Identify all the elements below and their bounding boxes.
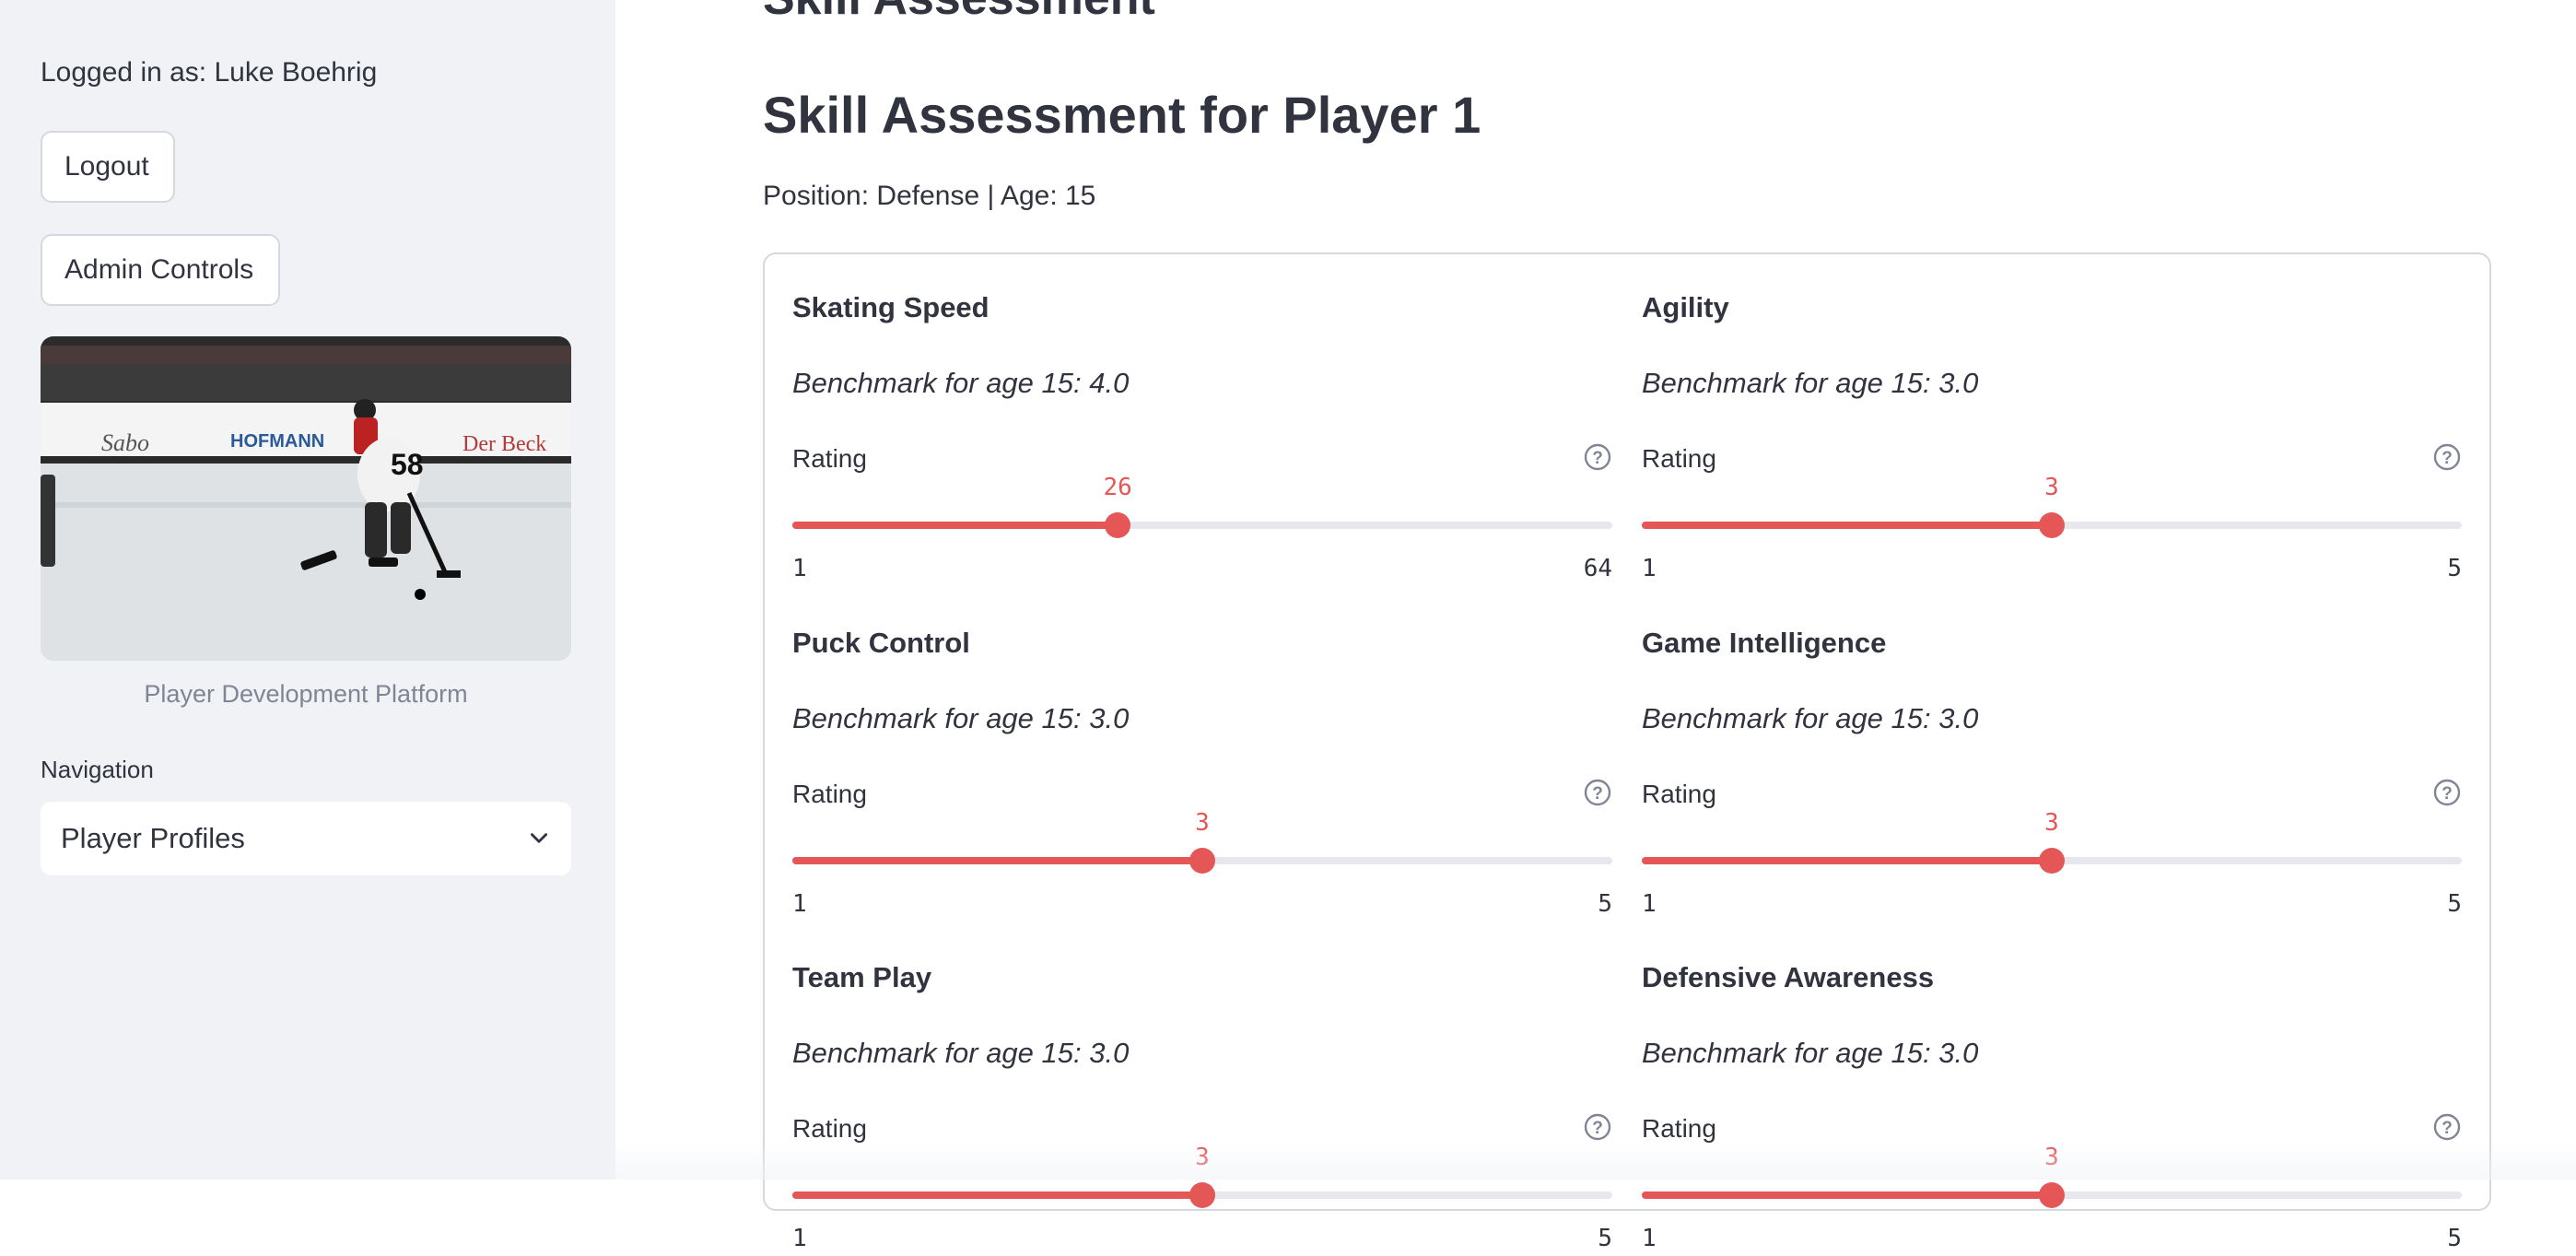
rating-slider-thumb[interactable] <box>2039 1182 2065 1208</box>
help-circle-icon[interactable]: ? <box>1583 778 1612 807</box>
skill-name: Team Play <box>792 961 932 993</box>
rating-slider-track[interactable]: 3 <box>1642 474 2462 538</box>
rating-value: 3 <box>2044 809 2059 837</box>
svg-text:?: ? <box>1592 449 1603 468</box>
board-hofmann: HOFMANN <box>230 431 324 452</box>
rating-value: 3 <box>1195 809 1210 837</box>
hockey-rink-illustration: Sabo HOFMANN Der Beck 58 <box>41 336 571 661</box>
navigation-label: Navigation <box>41 756 154 783</box>
board-sabo: Sabo <box>101 429 149 456</box>
skill-block: Game Intelligence Benchmark for age 15: … <box>1642 590 2462 921</box>
rating-slider-fill <box>792 522 1118 529</box>
rating-label: Rating <box>792 1114 867 1143</box>
main-content: Skill Assessment Skill Assessment for Pl… <box>615 0 2576 1252</box>
slider-max: 5 <box>2447 555 2462 582</box>
skill-benchmark: Benchmark for age 15: 3.0 <box>1642 702 1979 734</box>
rating-slider-track[interactable]: 3 <box>1642 1144 2462 1208</box>
page-title: Skill Assessment for Player 1 <box>763 86 1481 144</box>
skill-block: Skating Speed Benchmark for age 15: 4.0 … <box>792 254 1612 586</box>
rating-slider-thumb[interactable] <box>1189 848 1215 874</box>
slider-min: 1 <box>1642 555 1657 582</box>
svg-text:?: ? <box>2441 784 2453 804</box>
sidebar: Logged in as: Luke Boehrig Logout Admin … <box>0 0 615 1180</box>
board-derbeck: Der Beck <box>463 432 546 456</box>
svg-text:?: ? <box>1592 1119 1603 1138</box>
svg-text:?: ? <box>1592 784 1603 804</box>
rating-value: 3 <box>2044 474 2059 501</box>
slider-max: 5 <box>2447 890 2462 918</box>
logged-in-text: Logged in as: Luke Boehrig <box>41 57 378 88</box>
chevron-down-icon <box>531 833 547 843</box>
rating-label: Rating <box>1642 780 1716 808</box>
svg-text:?: ? <box>2441 449 2453 468</box>
skill-benchmark: Benchmark for age 15: 3.0 <box>1642 367 1979 399</box>
skill-name: Puck Control <box>792 627 970 659</box>
rating-slider-track[interactable]: 3 <box>1642 809 2462 874</box>
help-circle-icon[interactable]: ? <box>1583 1112 1612 1142</box>
rating-slider-fill <box>1642 1191 2052 1199</box>
rating-slider-thumb[interactable] <box>2039 512 2065 538</box>
bottom-fade <box>0 1143 2576 1180</box>
rating-slider-thumb[interactable] <box>1105 512 1131 538</box>
help-circle-icon[interactable]: ? <box>1583 442 1612 472</box>
skill-benchmark: Benchmark for age 15: 3.0 <box>792 1037 1130 1069</box>
skill-name: Game Intelligence <box>1642 627 1887 659</box>
skill-block: Team Play Benchmark for age 15: 3.0 Rati… <box>792 924 1612 1256</box>
rating-slider-fill <box>1642 522 2052 529</box>
rating-label: Rating <box>1642 444 1716 473</box>
skill-name: Defensive Awareness <box>1642 961 1935 993</box>
slider-max: 64 <box>1583 555 1612 582</box>
rating-label: Rating <box>1642 1114 1716 1143</box>
logout-button[interactable]: Logout <box>41 131 175 203</box>
jersey-number: 58 <box>391 448 424 481</box>
rating-slider-track[interactable]: 26 <box>792 474 1612 538</box>
navigation-selected-value: Player Profiles <box>61 822 245 854</box>
slider-min: 1 <box>1642 1225 1657 1252</box>
rating-value: 26 <box>1103 474 1132 501</box>
rating-slider-track[interactable]: 3 <box>792 1144 1612 1208</box>
skill-block: Defensive Awareness Benchmark for age 15… <box>1642 924 2462 1256</box>
slider-max: 5 <box>2447 1225 2462 1252</box>
rating-label: Rating <box>792 444 867 473</box>
help-circle-icon[interactable]: ? <box>2432 778 2462 807</box>
slider-min: 1 <box>792 890 807 918</box>
help-circle-icon[interactable]: ? <box>2432 442 2462 472</box>
rating-slider-thumb[interactable] <box>2039 848 2065 874</box>
player-info: Position: Defense | Age: 15 <box>763 181 1096 211</box>
skill-block: Puck Control Benchmark for age 15: 3.0 R… <box>792 590 1612 921</box>
skill-benchmark: Benchmark for age 15: 3.0 <box>1642 1037 1979 1069</box>
rating-slider-track[interactable]: 3 <box>792 809 1612 874</box>
slider-min: 1 <box>1642 890 1657 918</box>
slider-max: 5 <box>1598 890 1612 918</box>
slider-max: 5 <box>1598 1225 1612 1252</box>
rating-slider-fill <box>792 1191 1202 1199</box>
slider-min: 1 <box>792 555 807 582</box>
skill-name: Agility <box>1642 291 1729 323</box>
rating-slider-thumb[interactable] <box>1189 1182 1215 1208</box>
rating-label: Rating <box>792 780 867 808</box>
rating-slider-fill <box>1642 857 2052 864</box>
svg-text:?: ? <box>2441 1119 2453 1138</box>
slider-min: 1 <box>792 1225 807 1252</box>
skill-benchmark: Benchmark for age 15: 4.0 <box>792 367 1130 399</box>
skill-name: Skating Speed <box>792 291 989 323</box>
admin-controls-button[interactable]: Admin Controls <box>41 234 280 306</box>
skill-block: Agility Benchmark for age 15: 3.0 Rating… <box>1642 254 2462 586</box>
image-caption: Player Development Platform <box>144 680 468 708</box>
rating-slider-fill <box>792 857 1202 864</box>
skills-card: Skating Speed Benchmark for age 15: 4.0 … <box>763 252 2491 1252</box>
hockey-player-image: Sabo HOFMANN Der Beck 58 <box>41 336 571 661</box>
skill-benchmark: Benchmark for age 15: 3.0 <box>792 702 1130 734</box>
help-circle-icon[interactable]: ? <box>2432 1112 2462 1142</box>
navigation-select[interactable]: Player Profiles <box>41 802 571 875</box>
section-heading: Skill Assessment <box>763 0 1155 26</box>
